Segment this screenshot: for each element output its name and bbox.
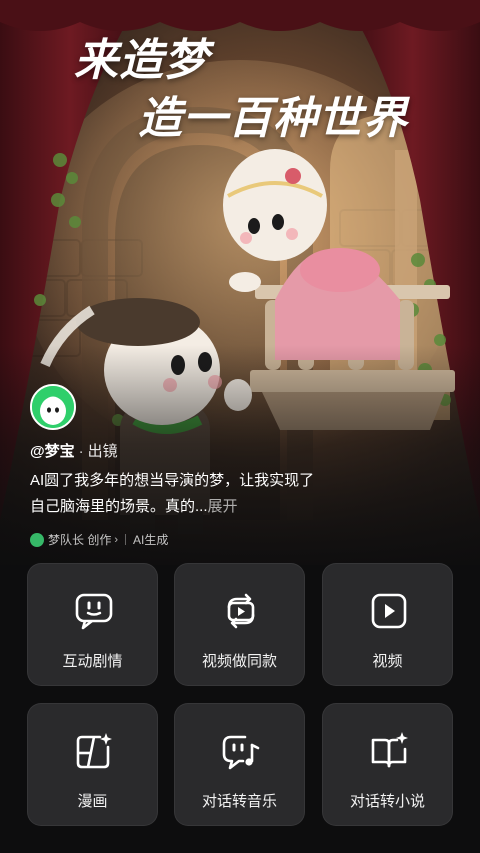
expand-link[interactable]: 展开: [208, 498, 238, 515]
meta-line: 梦队长 创作 › AI生成: [30, 531, 168, 548]
action-label: 漫画: [77, 793, 108, 810]
meta-divider: [125, 534, 127, 545]
play-icon: [371, 593, 407, 629]
action-comic[interactable]: 漫画: [27, 703, 158, 826]
action-video-remix[interactable]: 视频做同款: [174, 563, 305, 686]
comic-sparkle-icon: [76, 733, 112, 769]
author-line: @梦宝 · 出镜: [30, 440, 118, 461]
action-label: 视频做同款: [201, 653, 277, 670]
action-label: 对话转音乐: [201, 793, 277, 810]
video-remix-icon: [227, 593, 255, 629]
author-avatar[interactable]: [30, 384, 76, 430]
chat-smile-icon: [75, 593, 113, 630]
mascot-avatar-icon: [32, 386, 74, 428]
post-description: AI圆了我多年的想当导演的梦，让我实现了自己脑海里的场景。真的...展开: [30, 468, 320, 520]
action-chat-to-novel[interactable]: 对话转小说: [322, 703, 453, 826]
author-separator: ·: [78, 443, 84, 460]
creator-avatar-icon: [30, 532, 44, 547]
ai-generated-label: AI生成: [133, 533, 169, 547]
action-label: 对话转小说: [349, 793, 425, 810]
action-interactive-story[interactable]: 互动剧情: [27, 563, 158, 686]
action-chat-to-music[interactable]: 对话转音乐: [174, 703, 305, 826]
book-sparkle-icon: [371, 732, 408, 768]
action-video[interactable]: 视频: [322, 563, 453, 686]
creator-label: 梦队长 创作: [48, 533, 112, 547]
headline-line-1: 来造梦: [74, 35, 209, 86]
creator-link[interactable]: 梦队长 创作 ›: [30, 531, 118, 548]
author-role: 出镜: [87, 443, 118, 460]
action-label: 互动剧情: [62, 653, 123, 670]
author-handle[interactable]: @梦宝: [30, 443, 75, 460]
action-label: 视频: [372, 653, 403, 670]
hero-headline: 来造梦 造一百种世界: [0, 0, 480, 160]
chevron-right-icon: ›: [114, 533, 119, 546]
headline-line-2: 造一百种世界: [138, 93, 408, 144]
chat-music-icon: [222, 735, 260, 770]
description-text: AI圆了我多年的想当导演的梦，让我实现了自己脑海里的场景。真的...: [30, 472, 315, 515]
